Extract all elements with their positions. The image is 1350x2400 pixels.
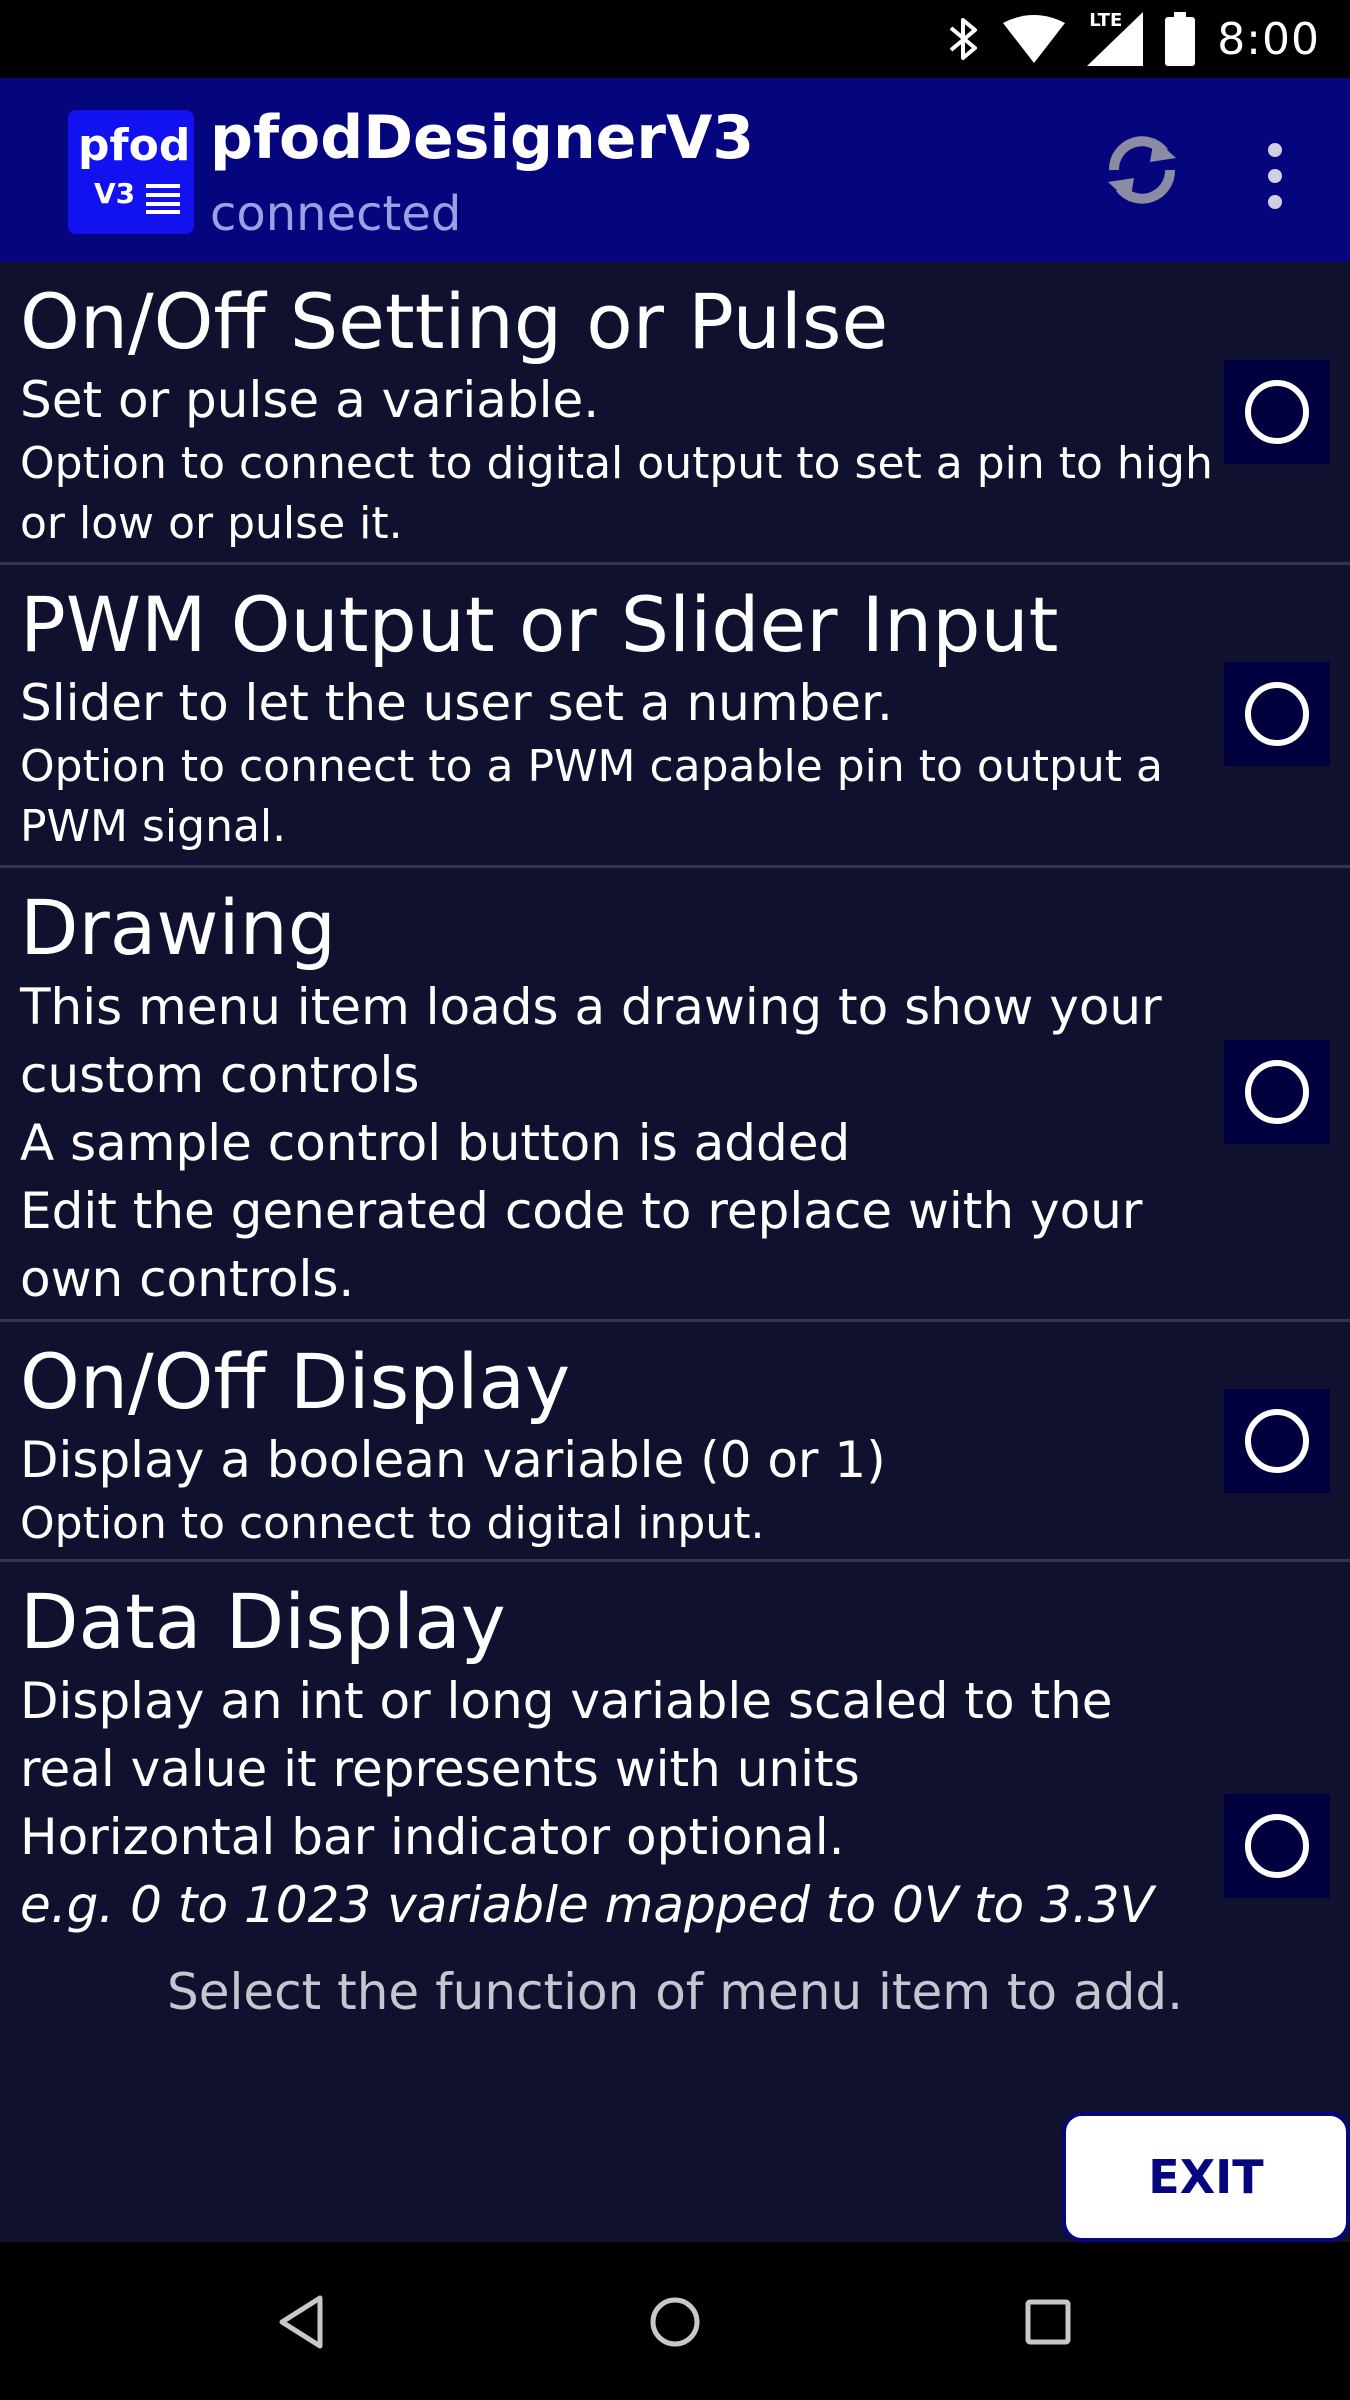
menu-item-line: Edit the generated code to replace with … (20, 1182, 1143, 1241)
menu-item-title: Data Display (20, 1577, 506, 1666)
menu-item-line: This menu item loads a drawing to show y… (20, 978, 1162, 1037)
navigation-bar (0, 2242, 1350, 2400)
status-bar: LTE 8:00 (0, 0, 1350, 78)
radio-circle-icon (1245, 1814, 1309, 1878)
menu-item-drawing[interactable]: Drawing This menu item loads a drawing t… (0, 868, 1350, 1322)
clock: 8:00 (1217, 13, 1320, 65)
menu-item-data-display[interactable]: Data Display Display an int or long vari… (0, 1562, 1350, 1952)
menu-item-title: On/Off Display (20, 1337, 571, 1426)
menu-item-line: A sample control button is added (20, 1114, 851, 1173)
menu-item-detail: Option to connect to digital output to s… (20, 438, 1213, 550)
menu-item-title: Drawing (20, 883, 337, 972)
menu-item-line: Horizontal bar indicator optional. (20, 1808, 845, 1867)
logo-version: V3 (94, 177, 136, 210)
menu-item-text: On/Off Display Display a boolean variabl… (20, 1336, 1220, 1554)
bluetooth-icon (949, 18, 978, 60)
radio-circle-icon (1245, 1060, 1309, 1124)
logo-text: pfod (78, 120, 191, 171)
menu-item-text: Data Display Display an int or long vari… (20, 1576, 1220, 1939)
recents-icon[interactable] (1016, 2290, 1080, 2354)
radio-button[interactable] (1224, 360, 1330, 464)
radio-circle-icon (1245, 682, 1309, 746)
radio-circle-icon (1245, 1409, 1309, 1473)
menu-item-pwm-output[interactable]: PWM Output or Slider Input Slider to let… (0, 565, 1350, 868)
menu-item-line: custom controls (20, 1046, 420, 1105)
menu-item-detail: Option to connect to a PWM capable pin t… (20, 741, 1163, 853)
network-type-label: LTE (1089, 10, 1123, 31)
menu-item-subtitle: Slider to let the user set a number. (20, 674, 893, 733)
menu-item-title: PWM Output or Slider Input (20, 580, 1059, 669)
menu-item-line: Display an int or long variable scaled t… (20, 1672, 1113, 1731)
menu-item-detail: Option to connect to digital input. (20, 1498, 765, 1550)
menu-item-on-off-setting[interactable]: On/Off Setting or Pulse Set or pulse a v… (0, 262, 1350, 565)
menu-item-on-off-display[interactable]: On/Off Display Display a boolean variabl… (0, 1322, 1350, 1562)
app-title: pfodDesignerV3 (210, 103, 755, 173)
menu-item-text: Drawing This menu item loads a drawing t… (20, 882, 1220, 1313)
menu-item-subtitle: Display a boolean variable (0 or 1) (20, 1431, 886, 1490)
back-icon[interactable] (270, 2290, 334, 2354)
radio-button[interactable] (1224, 662, 1330, 766)
app-bar: pfod V3 pfodDesignerV3 connected (0, 78, 1350, 262)
home-icon[interactable] (643, 2290, 707, 2354)
signal-icon: LTE (1087, 10, 1144, 66)
menu-item-text: PWM Output or Slider Input Slider to let… (20, 579, 1220, 858)
exit-button[interactable]: EXIT (1062, 2112, 1350, 2242)
radio-circle-icon (1245, 380, 1309, 444)
hint-text: Select the function of menu item to add. (166, 1963, 1183, 2021)
status-icons: LTE 8:00 (947, 0, 1320, 78)
menu-item-example: e.g. 0 to 1023 variable mapped to 0V to … (20, 1876, 1154, 1935)
menu-item-title: On/Off Setting or Pulse (20, 277, 889, 366)
menu-item-line: real value it represents with units (20, 1740, 860, 1799)
battery-icon (1165, 12, 1196, 66)
app-logo: pfod V3 (68, 110, 194, 234)
menu-list: On/Off Setting or Pulse Set or pulse a v… (0, 262, 1350, 2242)
menu-item-line: own controls. (20, 1250, 355, 1309)
radio-button[interactable] (1224, 1794, 1330, 1898)
refresh-icon[interactable] (1100, 128, 1184, 212)
menu-lines-icon (146, 184, 180, 214)
connection-status: connected (210, 186, 462, 242)
wifi-icon (1003, 15, 1066, 63)
menu-item-text: On/Off Setting or Pulse Set or pulse a v… (20, 276, 1220, 555)
radio-button[interactable] (1224, 1040, 1330, 1144)
overflow-menu-icon[interactable] (1255, 140, 1295, 212)
menu-item-subtitle: Set or pulse a variable. (20, 371, 600, 430)
radio-button[interactable] (1224, 1389, 1330, 1493)
